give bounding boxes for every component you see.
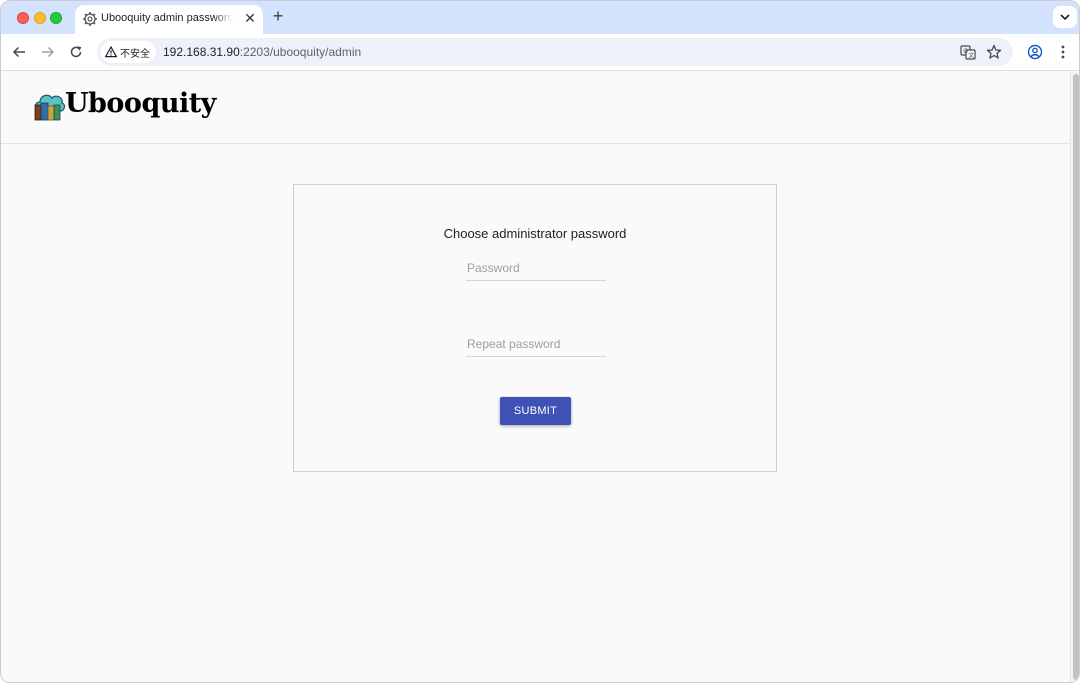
back-arrow-icon [12,46,25,58]
submit-button[interactable]: SUBMIT [500,397,571,425]
svg-text:文: 文 [968,52,974,60]
site-logo-text[interactable]: Ubooquity [65,88,216,119]
chevron-down-icon [1060,14,1070,21]
password-form-card: Choose administrator password SUBMIT [293,184,777,472]
tab-strip: Ubooquity admin password s ✕ + [1,1,1079,34]
back-button[interactable] [9,42,29,62]
avatar-icon [1027,44,1043,60]
translate-icon[interactable]: G 文 [959,43,977,61]
page-content: Ubooquity Choose administrator password … [1,72,1070,682]
url-text[interactable]: 192.168.31.90:2203/ubooquity/admin [163,45,361,59]
close-window-button[interactable] [17,12,29,24]
active-tab[interactable]: Ubooquity admin password s ✕ [75,5,263,34]
new-tab-button[interactable]: + [269,7,287,25]
bookmark-star-icon[interactable] [985,43,1003,61]
security-indicator[interactable]: 不安全 [101,41,156,63]
form-title: Choose administrator password [443,226,627,241]
repeat-password-input[interactable] [466,333,606,355]
reload-button[interactable] [66,42,86,62]
page-scrollbar[interactable] [1070,72,1079,682]
browser-menu-button[interactable] [1053,42,1073,62]
tab-title: Ubooquity admin password s [101,12,233,24]
password-field [466,257,606,281]
browser-toolbar: 不安全 192.168.31.90:2203/ubooquity/admin G… [1,34,1079,71]
gear-icon [82,11,98,27]
browser-window: Ubooquity admin password s ✕ + 不安全 192.1… [0,0,1080,683]
warning-icon [105,46,117,58]
cloud-books-logo-icon[interactable] [32,90,66,124]
scrollbar-thumb[interactable] [1073,74,1079,680]
maximize-window-button[interactable] [50,12,62,24]
address-bar[interactable]: 不安全 192.168.31.90:2203/ubooquity/admin G… [97,38,1013,66]
url-path: :2203/ubooquity/admin [239,45,362,59]
forward-arrow-icon [42,46,55,58]
reload-icon [70,46,82,58]
more-vertical-icon [1061,45,1065,59]
profile-button[interactable] [1025,42,1045,62]
security-label: 不安全 [120,48,150,60]
forward-button[interactable] [38,42,58,62]
tab-search-button[interactable] [1053,6,1077,28]
password-input[interactable] [466,257,606,279]
tab-close-icon[interactable]: ✕ [242,10,258,26]
site-header: Ubooquity [1,72,1070,144]
url-host: 192.168.31.90 [163,45,240,59]
repeat-password-field [466,333,606,357]
minimize-window-button[interactable] [34,12,46,24]
